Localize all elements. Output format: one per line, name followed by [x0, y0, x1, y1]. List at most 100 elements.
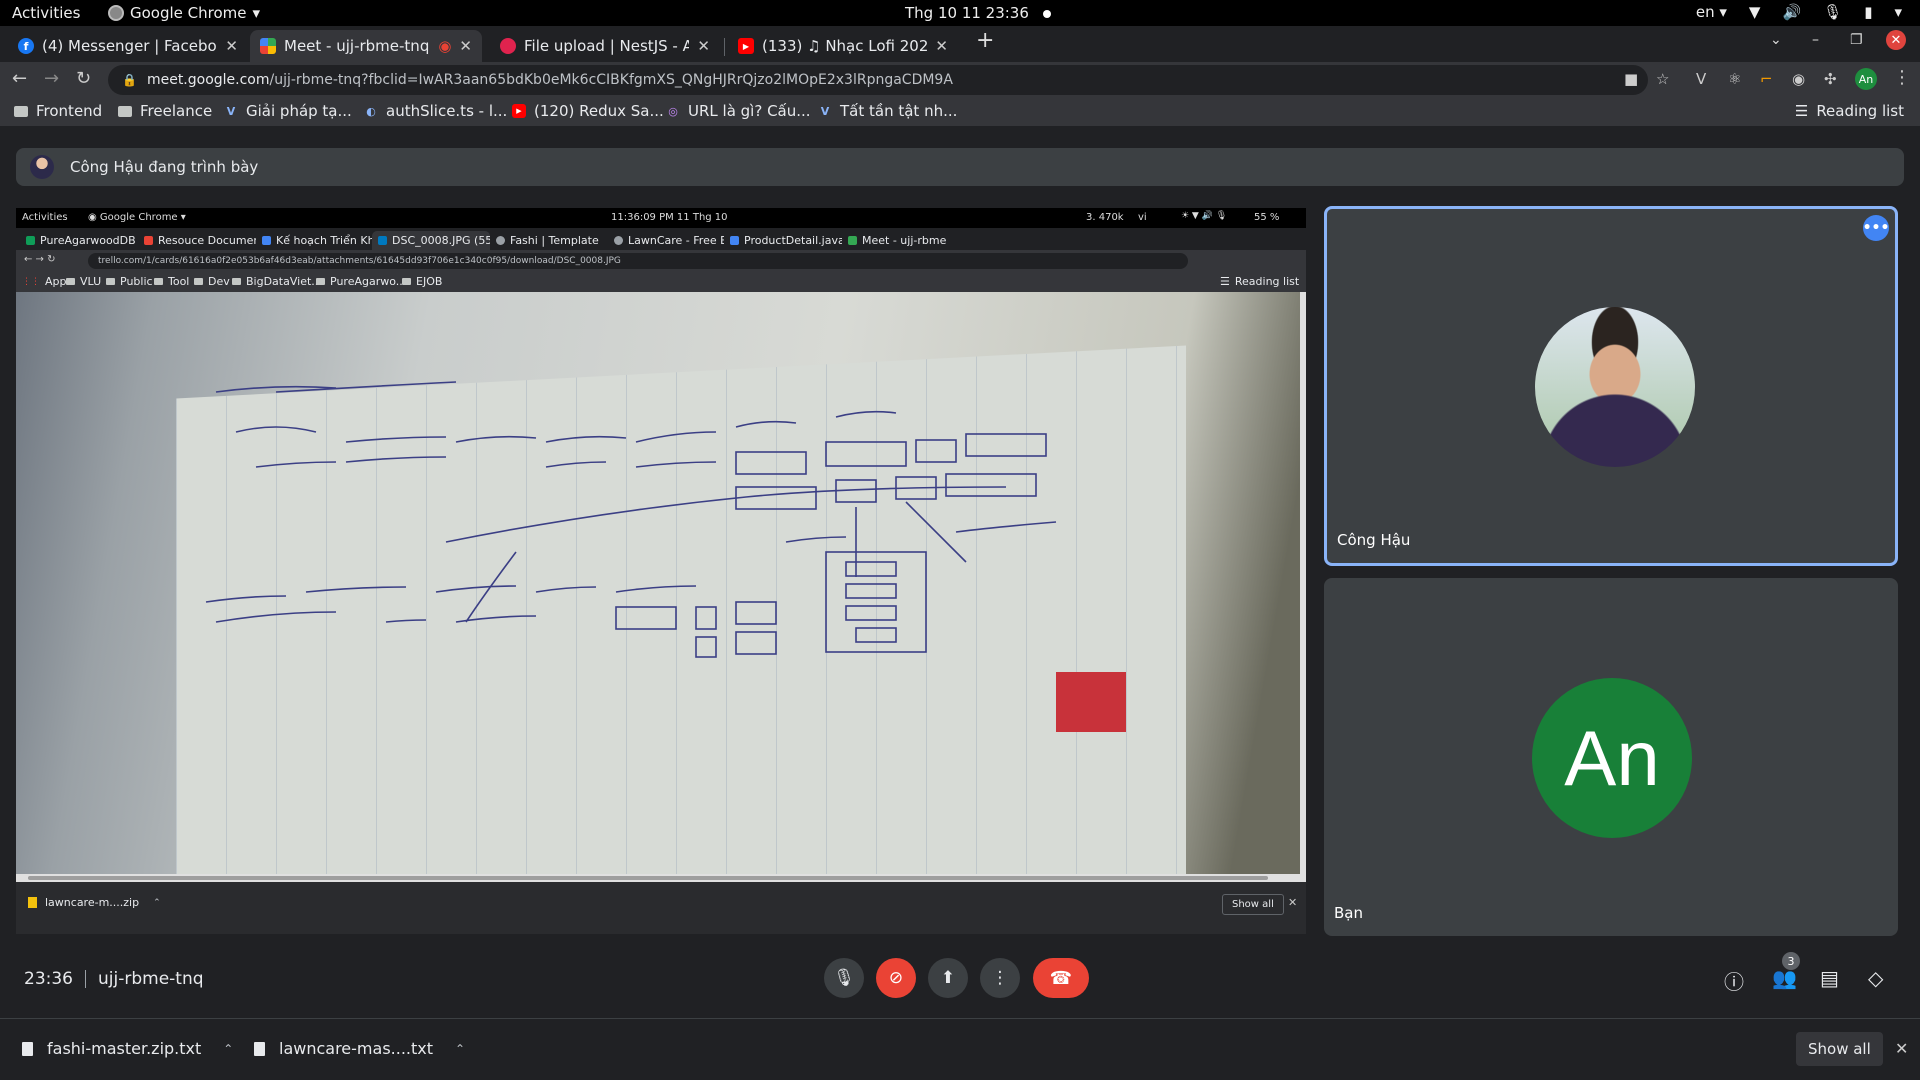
shared-tab-title: LawnCare - Free B: [628, 234, 724, 247]
shared-bookmark-label: Tool: [168, 275, 190, 288]
forward-icon[interactable]: →: [44, 68, 59, 89]
participant-avatar-initials: An: [1532, 678, 1692, 838]
minimize-icon[interactable]: –: [1812, 32, 1819, 48]
meeting-details-button[interactable]: ⓘ: [1724, 966, 1744, 995]
shared-bookmark: Tool: [154, 275, 189, 288]
browser-toolbar: ← → ↻ 🔒 meet.google.com/ujj-rbme-tnq?fbc…: [0, 62, 1920, 98]
reload-icon[interactable]: ↻: [76, 68, 91, 89]
shared-bookmark-label: BigDataViet...: [246, 275, 322, 288]
shared-clock: 11:36:09 PM 11 Thg 10: [611, 212, 728, 223]
camera-icon[interactable]: ■: [1624, 70, 1638, 88]
participant-tile-cong-hau[interactable]: ••• Công Hậu: [1324, 206, 1898, 566]
color-extension-icon[interactable]: ◉: [1792, 70, 1805, 88]
chrome-icon: [108, 5, 124, 21]
bookmark-authslice[interactable]: ◐ authSlice.ts - l...: [364, 102, 507, 120]
codesandbox-icon: ◐: [366, 104, 376, 118]
shared-tab: ProductDetail.java: [724, 231, 842, 250]
chat-button[interactable]: ▤: [1820, 966, 1839, 990]
shared-screen[interactable]: Activities ◉ Google Chrome ▾ 11:36:09 PM…: [16, 208, 1306, 934]
tab-title: Meet - ujj-rbme-tnq: [284, 37, 430, 55]
show-all-downloads-button[interactable]: Show all: [1796, 1032, 1883, 1066]
microphone-icon: 🎙: [833, 968, 855, 988]
camera-toggle-button[interactable]: ⊘: [876, 958, 916, 998]
tab-youtube-lofi[interactable]: ▶ (133) ♫ Nhạc Lofi 2021 - N ✕: [728, 30, 958, 62]
caret-up-icon[interactable]: ⌃: [455, 1042, 465, 1056]
close-icon[interactable]: ✕: [225, 37, 238, 55]
window-close-icon[interactable]: ✕: [1886, 30, 1906, 50]
microphone-icon[interactable]: 🎙: [1823, 3, 1842, 21]
shared-tab: Resouce Documen: [138, 231, 256, 250]
activities-button[interactable]: Activities: [12, 4, 80, 22]
download-item[interactable]: lawncare-mas....txt ⌃: [254, 1039, 465, 1058]
reading-list-button[interactable]: ☰ Reading list: [1795, 102, 1904, 120]
bookmark-url-la-gi[interactable]: ◎ URL là gì? Cấu...: [666, 102, 810, 120]
shared-tab-title: DSC_0008.JPG (55: [392, 234, 490, 247]
bookmark-tat-tan-tat[interactable]: V Tất tần tật nh...: [818, 102, 958, 120]
caret-up-icon[interactable]: ⌃: [223, 1042, 233, 1056]
notification-dot-icon: [1042, 9, 1051, 18]
tab-search-icon[interactable]: ⌄: [1770, 32, 1782, 48]
shared-tab-strip: PureAgarwoodDB Resouce Documen Kế hoạch …: [16, 228, 1306, 250]
shared-tab-title: Kế hoạch Triển Kh: [276, 234, 372, 247]
participant-tile-self[interactable]: An Bạn: [1324, 578, 1898, 936]
restore-icon[interactable]: ❐: [1850, 32, 1863, 48]
lock-icon[interactable]: 🔒: [122, 73, 137, 87]
recording-icon: ◉: [438, 37, 452, 55]
hang-up-icon: ☎: [1049, 967, 1073, 989]
bookmark-redux-saga[interactable]: ▶ (120) Redux Sa...: [512, 102, 664, 120]
more-options-button[interactable]: ⋮: [980, 958, 1020, 998]
battery-icon[interactable]: ▮: [1864, 3, 1872, 21]
react-devtools-icon[interactable]: ⚛: [1728, 70, 1741, 88]
youtube-icon: ▶: [738, 38, 754, 54]
tab-meet[interactable]: Meet - ujj-rbme-tnq ◉ ✕: [250, 30, 482, 62]
profile-avatar[interactable]: An: [1855, 68, 1877, 90]
shared-tab-title: PureAgarwoodDB: [40, 234, 136, 247]
shared-bookmark-label: VLU: [80, 275, 102, 288]
folder-icon: [154, 278, 163, 285]
meeting-code: ujj-rbme-tnq: [98, 969, 204, 989]
download-item[interactable]: fashi-master.zip.txt ⌃: [22, 1039, 233, 1058]
shared-bookmark: PureAgarwo...: [316, 275, 406, 288]
extensions-puzzle-icon[interactable]: ✣: [1824, 70, 1837, 88]
vuetify-extension-icon[interactable]: V: [1696, 70, 1706, 88]
close-icon[interactable]: ✕: [935, 37, 948, 55]
activities-button[interactable]: ◇: [1868, 966, 1883, 990]
tab-nestjs[interactable]: File upload | NestJS - A pr ✕: [490, 30, 720, 62]
shared-toolbar: ← → ↻ trello.com/1/cards/61616a0f2e053b6…: [16, 250, 1306, 272]
app-menu[interactable]: Google Chrome ▾: [108, 4, 260, 22]
bookmark-label: Tất tần tật nh...: [840, 102, 958, 120]
participant-name: Công Hậu: [1337, 531, 1411, 549]
volume-icon[interactable]: 🔊: [1782, 3, 1801, 21]
close-icon[interactable]: ✕: [697, 37, 710, 55]
new-tab-button[interactable]: +: [976, 28, 994, 53]
more-options-icon[interactable]: •••: [1863, 215, 1889, 241]
language-selector[interactable]: en ▾: [1696, 3, 1727, 21]
close-icon[interactable]: ✕: [459, 37, 472, 55]
wifi-icon[interactable]: ▼: [1749, 3, 1761, 21]
folder-icon: [118, 105, 132, 117]
clock[interactable]: Thg 10 11 23:36: [905, 4, 1051, 22]
site-icon: ◎: [668, 104, 678, 118]
address-bar[interactable]: 🔒 meet.google.com/ujj-rbme-tnq?fbclid=Iw…: [108, 65, 1648, 95]
power-menu-icon[interactable]: ▾: [1894, 3, 1902, 21]
shared-url-text: trello.com/1/cards/61616a0f2e053b6af46d3…: [98, 256, 621, 266]
bookmark-freelance[interactable]: Freelance: [118, 102, 212, 120]
microphone-toggle-button[interactable]: 🎙: [824, 958, 864, 998]
bookmark-giai-phap[interactable]: V Giải pháp tạ...: [224, 102, 352, 120]
chrome-menu-icon[interactable]: ⋮: [1893, 67, 1911, 88]
present-now-button[interactable]: ⬆: [928, 958, 968, 998]
folder-icon: [14, 105, 28, 117]
close-icon[interactable]: ✕: [1895, 1039, 1908, 1058]
shared-tab-title: Meet - ujj-rbme: [862, 234, 947, 247]
shared-tab: PureAgarwoodDB: [20, 231, 138, 250]
tab-messenger[interactable]: f (4) Messenger | Facebook ✕: [8, 30, 248, 62]
bookmark-label: authSlice.ts - l...: [386, 102, 508, 120]
search-icon: [730, 236, 739, 245]
git-extension-icon[interactable]: ⌐: [1760, 70, 1773, 88]
back-icon[interactable]: ←: [12, 68, 27, 89]
bookmark-frontend[interactable]: Frontend: [14, 102, 102, 120]
vuetify-icon: V: [226, 104, 236, 118]
bookmark-star-icon[interactable]: ☆: [1656, 70, 1669, 88]
vuetify-icon: V: [820, 104, 830, 118]
leave-call-button[interactable]: ☎: [1033, 958, 1089, 998]
